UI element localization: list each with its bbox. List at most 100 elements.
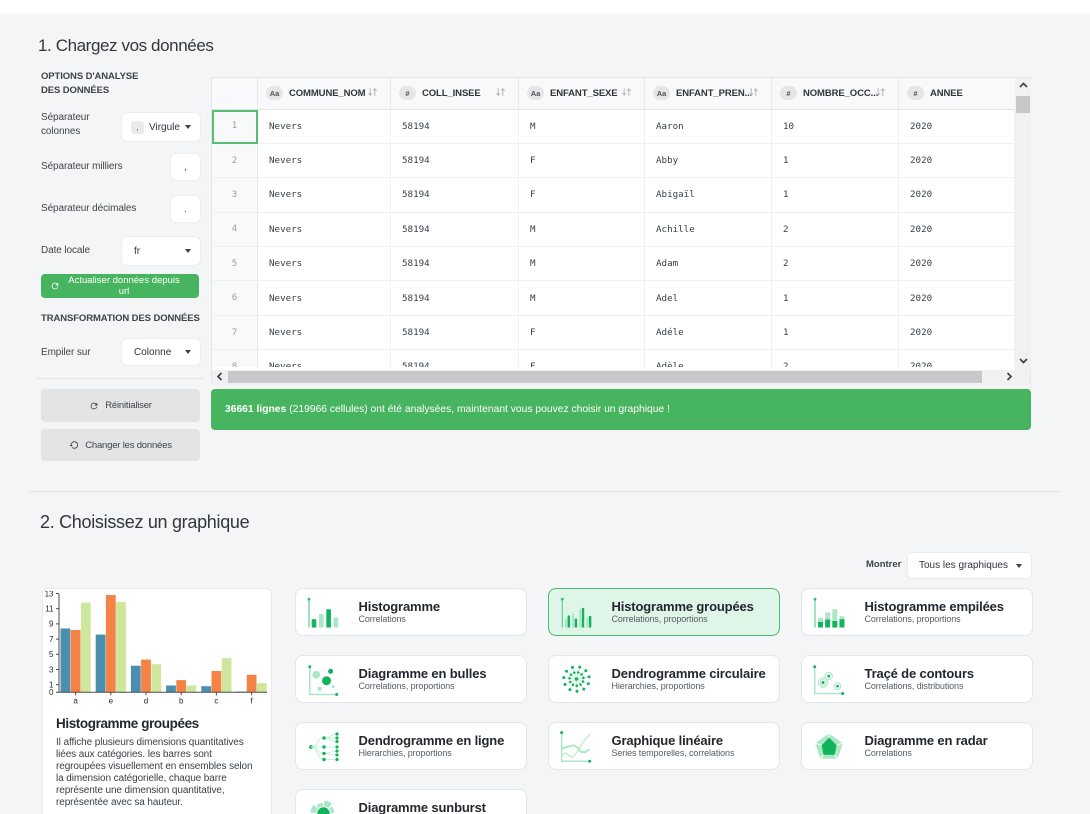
chart-card-dendrogramme-en-ligne[interactable]: Dendrogramme en ligneHierarchies, propor… [295, 722, 527, 770]
table-cell[interactable]: 1 [772, 178, 899, 211]
sort-icon[interactable] [621, 87, 632, 99]
sort-icon[interactable] [367, 87, 378, 99]
table-cell[interactable]: 58194 [391, 350, 519, 367]
table-cell[interactable]: 58194 [391, 247, 519, 280]
table-cell[interactable]: Nevers [258, 178, 391, 211]
horizontal-scrollbar-thumb[interactable] [228, 371, 982, 383]
table-cell[interactable]: 2020 [899, 350, 1015, 367]
scroll-up-arrow[interactable] [1015, 79, 1031, 93]
chart-card-diagramme-sunburst[interactable]: Diagramme sunburstHierarchies, proportio… [295, 789, 527, 814]
table-cell[interactable]: M [519, 110, 645, 143]
date-locale-select[interactable]: fr [122, 237, 200, 265]
column-header-enfant-pren-[interactable]: AaENFANT_PREN... [645, 78, 772, 109]
table-cell[interactable]: M [519, 213, 645, 246]
stack-on-label: Empiler sur [41, 346, 111, 360]
column-header-annee[interactable]: #ANNEE [899, 78, 1015, 109]
table-cell[interactable]: 2020 [899, 213, 1015, 246]
row-number-cell[interactable]: 2 [212, 144, 258, 177]
scroll-left-arrow[interactable] [212, 370, 228, 384]
table-cell[interactable]: Abigaïl [645, 178, 772, 211]
sort-icon[interactable] [875, 87, 886, 99]
table-cell[interactable]: 2020 [899, 144, 1015, 177]
table-cell[interactable]: 2 [772, 247, 899, 280]
table-cell[interactable]: 2020 [899, 281, 1015, 314]
table-cell[interactable]: 58194 [391, 316, 519, 349]
chart-card-histogramme[interactable]: HistogrammeCorrelations [295, 588, 527, 636]
table-cell[interactable]: Adéle [645, 316, 772, 349]
table-cell[interactable]: 10 [772, 110, 899, 143]
row-number-cell[interactable]: 4 [212, 213, 258, 246]
chart-card-tra-de-contours[interactable]: Traçé de contoursCorrelations, distribut… [801, 655, 1033, 703]
decimals-separator-input[interactable]: . [171, 196, 200, 222]
table-cell[interactable]: Nevers [258, 350, 391, 367]
table-cell[interactable]: 58194 [391, 144, 519, 177]
row-number-cell[interactable]: 8 [212, 350, 258, 367]
vertical-scrollbar[interactable] [1015, 78, 1031, 370]
table-cell[interactable]: 58194 [391, 110, 519, 143]
chart-card-histogramme-group-es[interactable]: Histogramme groupéesCorrelations, propor… [548, 588, 780, 636]
svg-text:11: 11 [45, 605, 54, 614]
table-cell[interactable]: Aaron [645, 110, 772, 143]
row-number-cell[interactable]: 3 [212, 178, 258, 211]
row-number-cell[interactable]: 5 [212, 247, 258, 280]
scroll-right-arrow[interactable] [1000, 370, 1016, 384]
table-cell[interactable]: Adel [645, 281, 772, 314]
table-cell[interactable]: 2 [772, 213, 899, 246]
chart-card-diagramme-en-bulles[interactable]: Diagramme en bullesCorrelations, proport… [295, 655, 527, 703]
table-cell[interactable]: F [519, 316, 645, 349]
table-cell[interactable]: 58194 [391, 178, 519, 211]
table-cell[interactable]: Nevers [258, 110, 391, 143]
chart-filter-select[interactable]: Tous les graphiques [908, 553, 1031, 578]
scroll-down-arrow[interactable] [1015, 354, 1031, 368]
reset-button[interactable]: Réinitialiser [41, 389, 200, 422]
table-cell[interactable]: 58194 [391, 213, 519, 246]
table-cell[interactable]: 1 [772, 144, 899, 177]
sort-icon[interactable] [748, 87, 759, 99]
sort-icon[interactable] [495, 87, 506, 99]
table-cell[interactable]: Nevers [258, 281, 391, 314]
column-header-enfant-sexe[interactable]: AaENFANT_SEXE [519, 78, 645, 109]
table-cell[interactable]: 2020 [899, 247, 1015, 280]
chart-card-histogramme-empil-es[interactable]: Histogramme empiléesCorrelations, propor… [801, 588, 1033, 636]
chart-card-diagramme-en-radar[interactable]: Diagramme en radarCorrelations [801, 722, 1033, 770]
horizontal-scrollbar[interactable] [212, 370, 1030, 385]
column-header-nombre-occ-[interactable]: #NOMBRE_OCC... [772, 78, 899, 109]
vertical-scrollbar-thumb[interactable] [1016, 96, 1030, 113]
chart-card-graphique-lin-aire[interactable]: Graphique linéaireSeries temporelles, co… [548, 722, 780, 770]
table-cell[interactable]: M [519, 281, 645, 314]
table-cell[interactable]: F [519, 178, 645, 211]
grouped-bar-chart-thumbnail: 0135791113aedbcf [43, 591, 271, 711]
column-separator-select[interactable]: ,Virgule [122, 113, 200, 141]
table-cell[interactable]: F [519, 350, 645, 367]
table-cell[interactable]: 1 [772, 281, 899, 314]
column-header-coll-insee[interactable]: #COLL_INSEE [391, 78, 519, 109]
table-cell[interactable]: Nevers [258, 144, 391, 177]
row-number-cell[interactable]: 7 [212, 316, 258, 349]
number-type-icon: # [399, 86, 416, 100]
table-cell[interactable]: Adam [645, 247, 772, 280]
table-cell[interactable]: 2 [772, 350, 899, 367]
chart-card-dendrogramme-circulaire[interactable]: Dendrogramme circulaireHierarchies, prop… [548, 655, 780, 703]
table-cell[interactable]: 1 [772, 316, 899, 349]
table-cell[interactable]: Abby [645, 144, 772, 177]
text-type-icon: Aa [527, 86, 544, 100]
column-header-commune-nom[interactable]: AaCOMMUNE_NOM [258, 78, 391, 109]
table-cell[interactable]: 58194 [391, 281, 519, 314]
table-cell[interactable]: F [519, 144, 645, 177]
table-cell[interactable]: Nevers [258, 247, 391, 280]
chart-card-subtitle: Hierarchies, proportions [612, 681, 705, 691]
row-number-cell[interactable]: 6 [212, 281, 258, 314]
table-cell[interactable]: 2020 [899, 316, 1015, 349]
table-cell[interactable]: 2020 [899, 110, 1015, 143]
table-cell[interactable]: Achille [645, 213, 772, 246]
table-cell[interactable]: M [519, 247, 645, 280]
refresh-data-from-url-button[interactable]: Actualiser données depuis url [41, 274, 199, 298]
table-cell[interactable]: Nevers [258, 316, 391, 349]
thousands-separator-input[interactable]: , [171, 154, 200, 180]
table-cell[interactable]: Nevers [258, 213, 391, 246]
stack-on-select[interactable]: Colonne [122, 339, 200, 365]
row-number-cell[interactable]: 1 [212, 110, 258, 143]
change-data-button[interactable]: Changer les données [41, 429, 200, 461]
table-cell[interactable]: 2020 [899, 178, 1015, 211]
table-cell[interactable]: Adèle [645, 350, 772, 367]
